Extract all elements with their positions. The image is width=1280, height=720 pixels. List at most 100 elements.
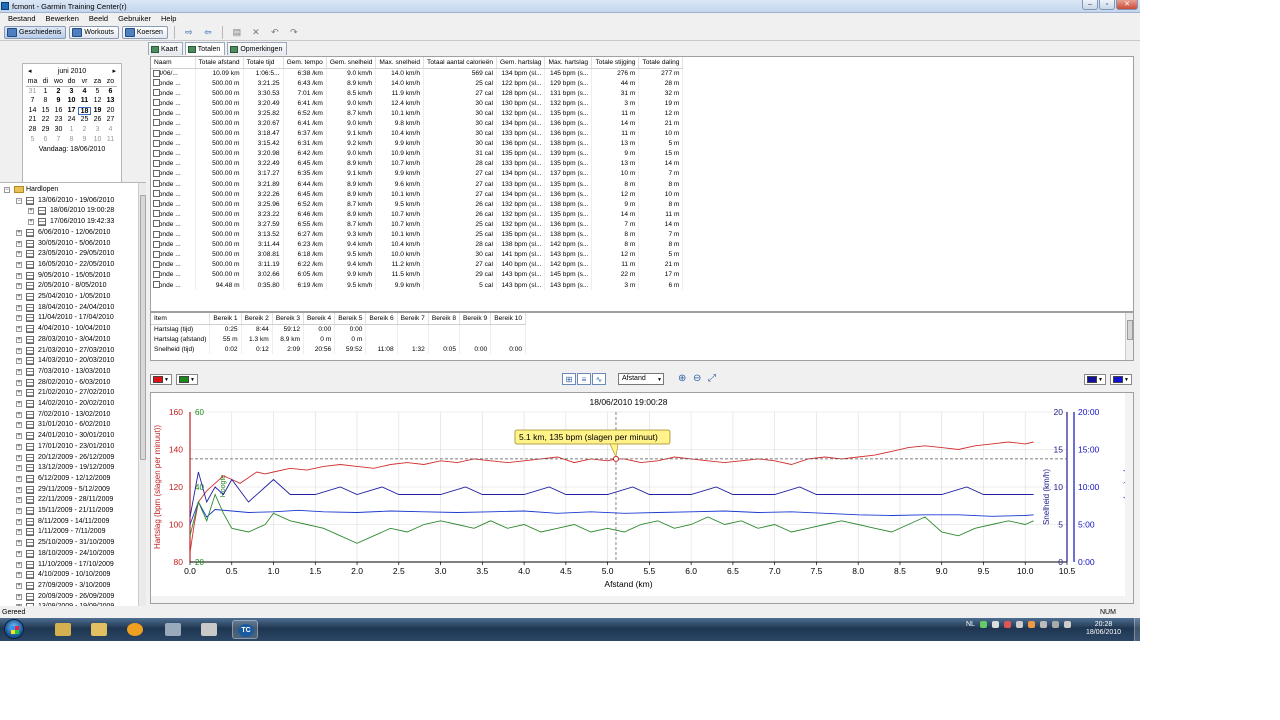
grid-lines-icon[interactable]: ≡ <box>577 373 591 385</box>
close-button[interactable]: ✕ <box>1116 0 1138 10</box>
column-header[interactable]: Gem. tempo <box>283 57 327 69</box>
expand-icon[interactable]: + <box>16 475 22 482</box>
activity-graph[interactable]: 18/06/2010 19:00:28 0.0 0.5 1.0 1.5 2.0 2.5 3.0… <box>150 392 1134 604</box>
prev-month-icon[interactable]: ◂ <box>28 67 32 75</box>
calendar-day[interactable]: 8 <box>39 97 52 106</box>
elevation-color-picker[interactable]: ▼ <box>176 374 198 385</box>
receive-from-device-icon[interactable]: ⇨ <box>181 26 197 39</box>
tree-week[interactable]: +22/11/2009 - 28/11/2009 <box>0 495 138 506</box>
calendar-day[interactable]: 7 <box>26 97 39 106</box>
calendar-day[interactable]: 17 <box>65 107 78 116</box>
tools-taskbar-icon[interactable] <box>160 620 186 639</box>
delete-icon[interactable]: ✕ <box>248 26 264 39</box>
expand-icon[interactable]: + <box>16 529 22 536</box>
calendar-day[interactable]: 8 <box>65 136 78 145</box>
tree-week[interactable]: +14/03/2010 - 20/03/2010 <box>0 356 138 367</box>
calendar-day[interactable]: 28 <box>26 126 39 135</box>
tab-totalen[interactable]: Totalen <box>184 42 226 55</box>
zone-row[interactable]: Hartslag (tijd) 0:25 8:44 59:12 0:00 0:00 <box>151 324 527 335</box>
tree-week[interactable]: +28/03/2010 - 3/04/2010 <box>0 335 138 346</box>
expand-icon[interactable]: + <box>16 518 22 525</box>
table-row[interactable]: Ronde ... 500.00 m 3:23.22 6:46 /km 8.9 km/h… <box>151 209 684 220</box>
expand-icon[interactable]: + <box>16 304 22 311</box>
expand-icon[interactable]: + <box>16 368 22 375</box>
calendar-day[interactable]: 6 <box>104 88 117 97</box>
tree-week[interactable]: +7/03/2010 - 13/03/2010 <box>0 367 138 378</box>
antivirus-tray-icon[interactable] <box>1003 621 1011 628</box>
zone-column-header[interactable]: Bereik 5 <box>334 313 367 325</box>
tree-scrollbar[interactable] <box>138 183 146 606</box>
calendar-day[interactable]: 9 <box>78 136 91 145</box>
expand-icon[interactable]: + <box>16 251 22 258</box>
table-row[interactable]: Ronde ... 500.00 m 3:20.49 6:41 /km 9.0 km/h… <box>151 98 684 109</box>
calendar-day[interactable]: 10 <box>65 97 78 106</box>
calendar-day[interactable]: 4 <box>104 126 117 135</box>
calendar-day[interactable]: 5 <box>26 136 39 145</box>
expand-icon[interactable]: + <box>16 582 22 589</box>
calendar-day[interactable]: 13 <box>104 97 117 106</box>
calendar-today[interactable]: Vandaag: 18/06/2010 <box>23 146 121 153</box>
table-row[interactable]: Ronde ... 500.00 m 3:30.53 7:01 /km 8.5 km/h… <box>151 88 684 99</box>
tree-week[interactable]: +6/12/2009 - 12/12/2009 <box>0 474 138 485</box>
expand-icon[interactable]: + <box>28 208 34 215</box>
zones-scrollbar[interactable] <box>1125 313 1133 360</box>
tree-week[interactable]: +14/02/2010 - 20/02/2010 <box>0 399 138 410</box>
zoom-fit-icon[interactable]: ⤢ <box>708 373 716 384</box>
expand-icon[interactable]: + <box>16 443 22 450</box>
expand-icon[interactable]: + <box>16 229 22 236</box>
show-desktop-button[interactable] <box>1134 618 1140 641</box>
table-row[interactable]: Ronde ... 500.00 m 3:11.19 6:22 /km 9.4 km/h… <box>151 259 684 270</box>
menu-beeld[interactable]: Beeld <box>84 13 113 24</box>
calendar-day[interactable]: 1 <box>39 88 52 97</box>
tree-week[interactable]: +20/09/2009 - 26/09/2009 <box>0 592 138 603</box>
expand-icon[interactable]: + <box>16 433 22 440</box>
tree-root-hardlopen[interactable]: − Hardlopen <box>0 185 138 196</box>
table-row[interactable]: Ronde ... 500.00 m 3:22.26 6:45 /km 8.9 km/h… <box>151 189 684 200</box>
tree-week[interactable]: +1/11/2009 - 7/11/2009 <box>0 527 138 538</box>
tree-week[interactable]: +2/05/2010 - 8/05/2010 <box>0 281 138 292</box>
expand-icon[interactable]: + <box>16 486 22 493</box>
expand-icon[interactable]: + <box>16 240 22 247</box>
table-row[interactable]: Ronde ... 500.00 m 3:25.82 6:52 /km 8.7 km/h… <box>151 108 684 119</box>
zone-column-header[interactable]: Bereik 1 <box>209 313 242 325</box>
table-row[interactable]: Ronde ... 500.00 m 3:17.27 6:35 /km 9.1 km/h… <box>151 168 684 180</box>
zone-column-header[interactable]: Bereik 3 <box>272 313 305 325</box>
start-button[interactable] <box>4 619 24 639</box>
tree-activity[interactable]: +17/06/2010 19:42:33 <box>0 217 138 228</box>
calendar-day[interactable]: 4 <box>78 88 91 97</box>
column-header[interactable]: Naam <box>151 57 196 69</box>
expand-icon[interactable]: + <box>16 593 22 600</box>
zone-column-header[interactable]: Bereik 7 <box>397 313 429 325</box>
menu-bewerken[interactable]: Bewerken <box>41 13 84 24</box>
tree-week[interactable]: +29/11/2009 - 5/12/2009 <box>0 485 138 496</box>
x-axis-select[interactable]: Afstand ▼ <box>618 373 664 385</box>
table-row[interactable]: Ronde ... 500.00 m 3:22.49 6:45 /km 8.9 km/h… <box>151 158 684 169</box>
column-header[interactable]: Totale tijd <box>243 57 284 69</box>
graph-vertical-scrollbar[interactable] <box>1125 393 1133 603</box>
explorer-taskbar-icon[interactable] <box>50 620 76 639</box>
tree-week[interactable]: +8/11/2009 - 14/11/2009 <box>0 517 138 528</box>
collapse-icon[interactable]: − <box>16 197 22 204</box>
tree-week[interactable]: +24/01/2010 - 30/01/2010 <box>0 431 138 442</box>
zone-column-header[interactable]: Item <box>151 313 211 325</box>
calendar-day[interactable]: 21 <box>26 116 39 125</box>
table-row[interactable]: Ronde ... 500.00 m 3:18.47 6:37 /km 9.1 km/h… <box>151 128 684 139</box>
calendar-day[interactable]: 26 <box>91 116 104 125</box>
calendar-day[interactable]: 22 <box>39 116 52 125</box>
calendar-day[interactable]: 20 <box>104 107 117 116</box>
training-center-taskbar-icon[interactable]: TC <box>232 620 258 639</box>
volume-tray-icon[interactable] <box>1063 621 1071 628</box>
expand-icon[interactable]: + <box>16 550 22 557</box>
calendar-day[interactable]: 31 <box>26 88 39 97</box>
expand-icon[interactable]: + <box>16 411 22 418</box>
tree-week[interactable]: +16/05/2010 - 22/05/2010 <box>0 260 138 271</box>
menu-help[interactable]: Help <box>156 13 181 24</box>
column-header[interactable]: Totale stijging <box>591 57 640 69</box>
tree-week[interactable]: +13/09/2009 - 19/09/2009 <box>0 602 138 606</box>
media-player-taskbar-icon[interactable] <box>122 620 148 639</box>
tree-week[interactable]: +25/10/2009 - 31/10/2009 <box>0 538 138 549</box>
expand-icon[interactable]: + <box>16 497 22 504</box>
courses-button[interactable]: Koersen <box>121 25 168 39</box>
redo-icon[interactable]: ↷ <box>286 26 302 39</box>
calendar-day[interactable]: 18 <box>78 106 91 116</box>
